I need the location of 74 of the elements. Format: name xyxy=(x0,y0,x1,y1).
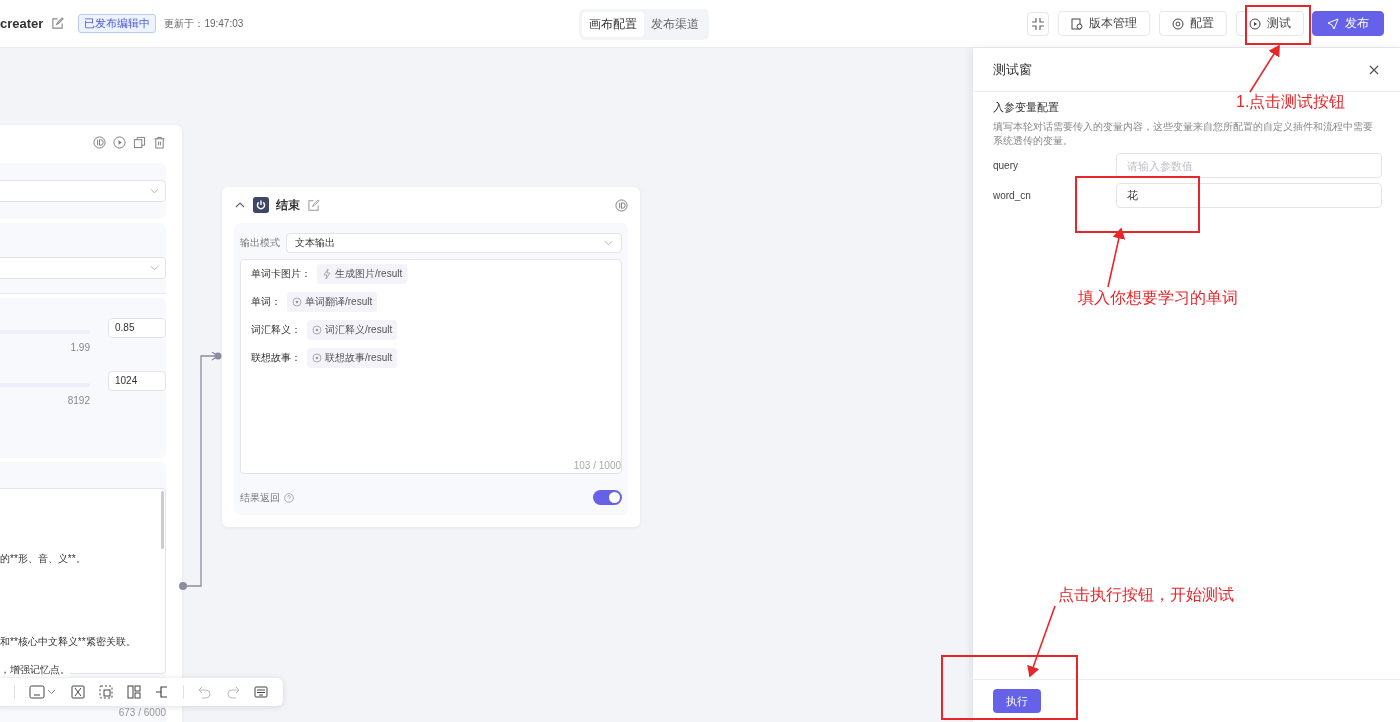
slider-max-label: 8192 xyxy=(67,395,90,406)
updated-time: 更新于：19:47:03 xyxy=(164,16,244,31)
help-icon[interactable] xyxy=(284,492,294,503)
status-badge: 已发布编辑中 xyxy=(78,14,157,33)
number-field[interactable]: 0.85 xyxy=(108,318,166,338)
id-icon[interactable] xyxy=(615,198,628,212)
lightning-icon xyxy=(322,269,332,279)
chevron-icon xyxy=(150,265,159,271)
toolbar-button[interactable]: 版本管理 xyxy=(1058,11,1150,36)
output-label: 词汇释义： xyxy=(251,323,301,337)
output-mode-select[interactable]: 文本输出 xyxy=(286,233,622,253)
collapse-button[interactable] xyxy=(1027,11,1049,36)
node-icon xyxy=(312,325,322,335)
chevron-icon xyxy=(604,240,613,246)
node-icon xyxy=(292,297,302,307)
parameter-name: word_cn xyxy=(993,190,1032,201)
monitor-icon[interactable] xyxy=(29,685,57,699)
field-label: 结果返回 xyxy=(240,490,280,505)
layout-icon[interactable] xyxy=(127,685,141,699)
redo-icon[interactable] xyxy=(226,685,240,699)
bracket-icon[interactable] xyxy=(155,685,169,699)
toolbar-button[interactable]: 配置 xyxy=(1159,11,1227,36)
toolbar-button[interactable]: 发布 xyxy=(1312,11,1384,36)
node-icon xyxy=(312,353,322,363)
undo-icon[interactable] xyxy=(198,685,212,699)
char-counter: 103 / 1000 xyxy=(573,460,621,471)
output-label: 单词卡图片： xyxy=(251,267,311,281)
field-label: 输出模式 xyxy=(240,236,280,250)
annotation-arrow xyxy=(1249,44,1280,93)
chevron-icon xyxy=(150,188,159,194)
app-title: creater xyxy=(0,16,44,31)
number-field[interactable]: 1024 xyxy=(108,371,166,391)
toolbar-button[interactable]: 测试 xyxy=(1236,11,1304,36)
output-template-area[interactable]: 单词卡图片： 生成图片/result 单词： 单词翻译/result 词汇释义： 词汇释义/result 联想故事： 联想故事/result 103 / 1000 xyxy=(240,259,622,474)
toggle-switch[interactable] xyxy=(593,490,622,505)
annotation-arrow xyxy=(1107,227,1126,288)
play-icon[interactable] xyxy=(113,135,126,149)
run-button[interactable]: 执行 xyxy=(993,689,1041,713)
variable-chip[interactable]: 联想故事/result xyxy=(307,348,398,368)
node-title: 结束 xyxy=(276,196,300,214)
variable-chip[interactable]: 词汇释义/result xyxy=(307,320,398,340)
collapse-icon xyxy=(1032,17,1044,30)
keyboard-icon[interactable] xyxy=(254,685,268,699)
output-label: 联想故事： xyxy=(251,351,301,365)
variable-chip[interactable]: 生成图片/result xyxy=(317,264,408,284)
view-tab[interactable]: 画布配置 xyxy=(582,12,644,37)
annotation-text: 1.点击测试按钮 xyxy=(1236,92,1346,112)
slider-max-label: 1.99 xyxy=(70,342,90,353)
variable-chip[interactable]: 单词翻译/result xyxy=(287,292,378,312)
char-counter: 673 / 6000 xyxy=(117,707,166,719)
annotation-frame xyxy=(1245,5,1311,45)
parameter-name: query xyxy=(993,160,1019,171)
play-icon xyxy=(1249,17,1261,30)
selection-icon[interactable] xyxy=(99,685,113,699)
close-icon[interactable] xyxy=(1368,63,1380,76)
edit-icon[interactable] xyxy=(307,198,320,212)
close-box-icon[interactable] xyxy=(71,685,85,699)
annotation-text: 填入你想要学习的单词 xyxy=(1078,288,1238,308)
copy-icon[interactable] xyxy=(133,135,146,149)
settings-icon xyxy=(1172,17,1184,30)
history-icon xyxy=(1071,17,1083,30)
delete-icon[interactable] xyxy=(153,135,166,149)
view-tab[interactable]: 发布渠道 xyxy=(644,12,706,37)
prompt-text-area[interactable]: 的**形、音、义**。 和**核心中文释义**紧密关联。 ，增强记忆点。 xyxy=(0,488,166,674)
send-icon xyxy=(1327,17,1339,30)
annotation-text: 点击执行按钮，开始测试 xyxy=(1058,585,1234,605)
power-icon xyxy=(253,197,269,213)
section-description: 填写本轮对话需要传入的变量内容，这些变量来自您所配置的自定义插件和流程中需要系统透传的变量。 xyxy=(993,120,1374,148)
id-icon[interactable] xyxy=(93,135,106,149)
input-field[interactable]: 花 xyxy=(1116,183,1382,208)
section-title: 入参变量配置 xyxy=(993,100,1059,115)
panel-title: 测试窗 xyxy=(993,60,1032,79)
edit-icon[interactable] xyxy=(51,17,65,30)
output-label: 单词： xyxy=(251,295,281,309)
